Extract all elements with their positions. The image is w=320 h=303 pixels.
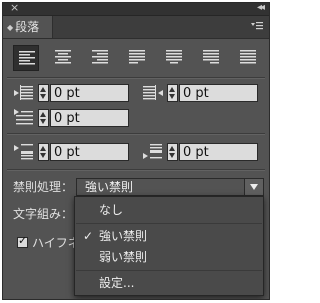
tab-label: 段落	[15, 20, 40, 34]
justify-center-button[interactable]	[161, 45, 187, 71]
right-indent-input[interactable]	[179, 84, 258, 102]
divider	[7, 133, 265, 135]
right-indent-stepper[interactable]	[167, 84, 178, 102]
mojikumi-label: 文字組み：	[13, 207, 74, 221]
first-line-indent-input[interactable]	[50, 109, 129, 127]
checkmark-icon: ✓	[83, 229, 94, 243]
first-line-indent-stepper[interactable]	[38, 109, 49, 127]
menu-item-label: 弱い禁則	[99, 250, 148, 264]
menu-divider	[76, 223, 262, 224]
menu-divider	[76, 270, 262, 271]
space-before-stepper[interactable]	[38, 143, 49, 161]
left-indent-input[interactable]	[50, 84, 129, 102]
align-center-button[interactable]	[50, 45, 76, 71]
kinsoku-select-value: 強い禁則	[85, 180, 134, 194]
hyphenate-label: ハイフネ	[32, 236, 80, 250]
menu-item-settings[interactable]: 設定...	[75, 274, 263, 292]
left-indent-icon	[14, 85, 33, 100]
space-after-input[interactable]	[179, 143, 258, 161]
chevron-down-icon[interactable]	[244, 179, 263, 195]
hyphenate-checkbox[interactable]	[17, 234, 28, 248]
align-center-icon	[55, 50, 71, 64]
paragraph-panel: × ◂◂ ◆ 段落 0 pt 0 pt 0 pt 0 pt 0 pt 禁則処理：…	[2, 2, 270, 300]
first-line-indent-icon	[14, 109, 33, 125]
tab-row: ◆ 段落	[3, 16, 269, 39]
space-before-input[interactable]	[50, 143, 129, 161]
menu-item-label: なし	[99, 203, 124, 217]
kinsoku-select[interactable]: 強い禁則	[76, 178, 264, 196]
justify-all-button[interactable]	[235, 45, 261, 71]
kinsoku-dropdown-menu: なし ✓ 強い禁則 弱い禁則 設定...	[74, 196, 264, 296]
tab-paragraph[interactable]: ◆ 段落	[3, 16, 53, 38]
menu-item-none[interactable]: なし	[75, 201, 263, 219]
justify-right-button[interactable]	[198, 45, 224, 71]
menu-item-label: 設定...	[99, 276, 135, 290]
justify-center-icon	[166, 50, 182, 64]
panel-titlebar[interactable]: × ◂◂	[3, 3, 269, 16]
divider	[7, 77, 265, 79]
justify-all-icon	[240, 50, 256, 64]
kinsoku-label: 禁則処理：	[13, 180, 74, 194]
justify-left-icon	[129, 50, 145, 64]
divider	[7, 169, 265, 171]
justify-right-icon	[203, 50, 219, 64]
left-indent-stepper[interactable]	[38, 84, 49, 102]
tab-toggle-icon[interactable]: ◆	[7, 23, 13, 32]
right-indent-icon	[143, 85, 163, 100]
menu-item-label: 強い禁則	[99, 229, 148, 243]
panel-menu-icon[interactable]	[251, 20, 263, 32]
align-right-button[interactable]	[87, 45, 113, 71]
close-icon[interactable]: ×	[10, 3, 19, 15]
space-after-stepper[interactable]	[167, 143, 178, 161]
collapse-icon[interactable]: ◂◂	[257, 3, 265, 15]
align-right-icon	[92, 50, 108, 64]
menu-item-weak[interactable]: 弱い禁則	[75, 248, 263, 266]
space-after-icon	[143, 144, 162, 159]
justify-left-button[interactable]	[124, 45, 150, 71]
menu-item-strong[interactable]: ✓ 強い禁則	[75, 227, 263, 245]
align-left-button[interactable]	[13, 45, 39, 71]
space-before-icon	[14, 144, 33, 160]
align-left-icon	[19, 51, 35, 65]
